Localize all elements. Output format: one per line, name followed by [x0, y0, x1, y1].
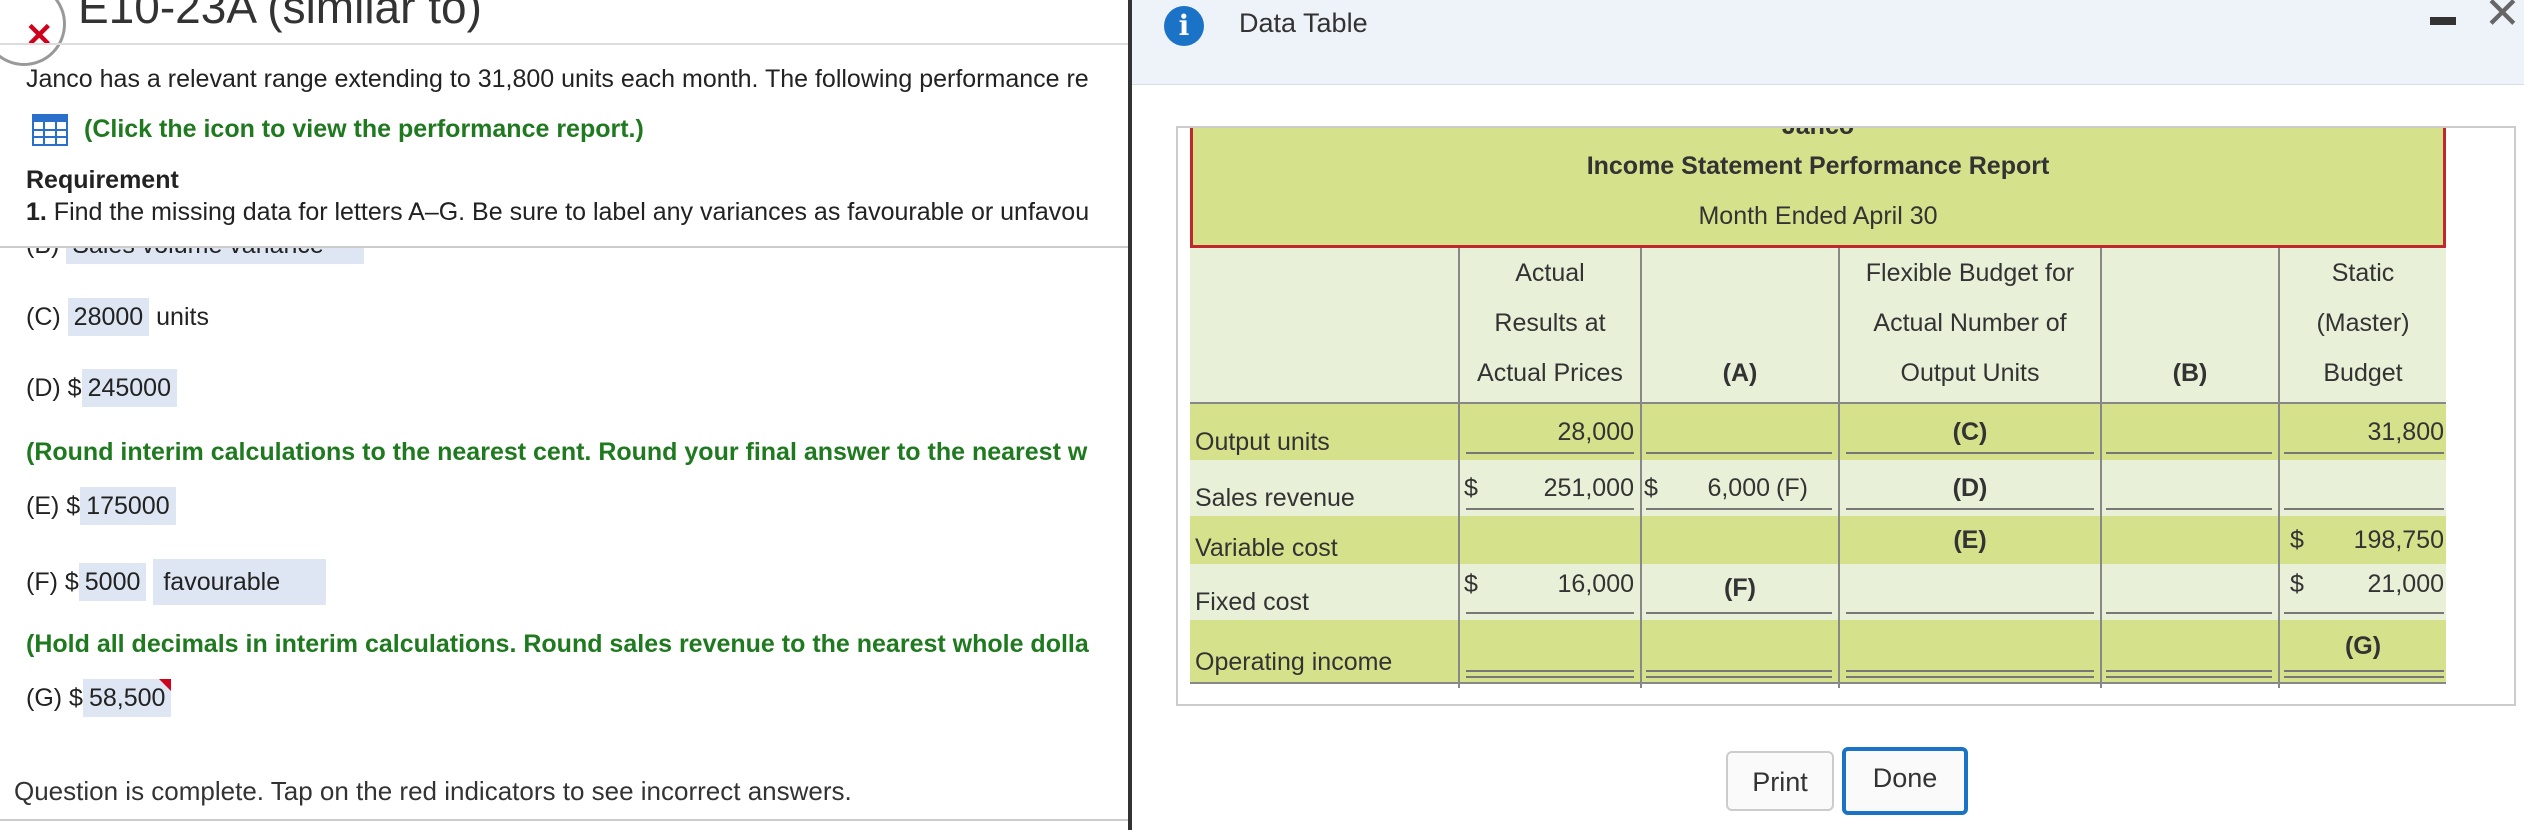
- variable-flex: (E): [1953, 526, 1987, 554]
- requirement-heading: Requirement: [26, 166, 179, 194]
- dialog-header: i Data Table ✕: [1132, 0, 2524, 85]
- row-variable-cost: [1190, 516, 2446, 564]
- completion-status: Question is complete. Tap on the red ind…: [14, 776, 852, 806]
- answer-row-c: (C) 28000 units: [26, 298, 209, 336]
- rounding-note-2: (Hold all decimals in interim calculatio…: [26, 630, 1089, 658]
- bottom-divider: [0, 819, 1128, 821]
- fixed-actual: 16,000: [1557, 570, 1634, 598]
- report-period: Month Ended April 30: [1698, 202, 1938, 230]
- incorrect-indicator[interactable]: [159, 679, 172, 691]
- col-static-header: Static (Master) Budget: [2316, 259, 2410, 387]
- operating-static: (G): [2344, 632, 2382, 660]
- requirement-text-cover: 1. Find the missing data for letters A–G…: [26, 198, 1090, 226]
- answer-d-input[interactable]: 245000: [81, 369, 177, 407]
- answer-f-input[interactable]: 5000: [78, 563, 147, 601]
- sales-variance: 6,000: [1707, 474, 1770, 502]
- answer-c-input[interactable]: 28000: [67, 298, 150, 336]
- label-fixed-cost: Fixed cost: [1195, 588, 1309, 616]
- fixed-variance: (F): [1724, 574, 1756, 602]
- data-table-dialog: i Data Table ✕ Janco Income Statement Pe…: [1128, 0, 2524, 830]
- incorrect-status-icon: ✕: [0, 0, 66, 66]
- col-flexible-header: Flexible Budget for Actual Number of Out…: [1865, 259, 2075, 387]
- sales-variance-currency: $: [1644, 474, 1658, 502]
- dialog-title: Data Table: [1239, 8, 1368, 38]
- unit-c: units: [156, 303, 209, 331]
- done-button[interactable]: Done: [1842, 747, 1968, 815]
- col-actual-header: Actual Results at Actual Prices: [1477, 259, 1623, 387]
- col-a-header: (A): [1722, 359, 1758, 387]
- sales-variance-label: (F): [1776, 474, 1808, 502]
- table-icon[interactable]: [32, 114, 68, 146]
- label-sales-revenue: Sales revenue: [1195, 484, 1355, 512]
- output-static: 31,800: [2367, 418, 2444, 446]
- variable-static-currency: $: [2290, 526, 2304, 554]
- fixed-static-currency: $: [2290, 570, 2304, 598]
- label-c: (C): [26, 303, 61, 331]
- report-title: Income Statement Performance Report: [1586, 152, 2050, 180]
- label-e: (E) $: [26, 492, 81, 520]
- performance-report-link[interactable]: (Click the icon to view the performance …: [84, 115, 644, 144]
- sales-flex: (D): [1952, 474, 1988, 502]
- close-icon[interactable]: ✕: [2484, 0, 2521, 36]
- label-f: (F) $: [26, 568, 79, 596]
- output-actual: 28,000: [1557, 418, 1634, 446]
- content-divider: [0, 246, 1128, 248]
- label-d: (D) $: [26, 374, 82, 402]
- label-output-units: Output units: [1195, 428, 1330, 456]
- print-button[interactable]: Print: [1726, 751, 1834, 811]
- sales-actual-currency: $: [1464, 474, 1478, 502]
- variable-static: 198,750: [2353, 526, 2444, 554]
- label-variable-cost: Variable cost: [1195, 534, 1338, 562]
- answer-row-f: (F) $5000 favourable: [26, 559, 327, 605]
- question-title: E10-23A (similar to): [78, 0, 482, 33]
- rounding-note-1: (Round interim calculations to the neare…: [26, 438, 1088, 466]
- report-header: Janco Income Statement Performance Repor…: [1190, 126, 2446, 248]
- title-divider: [0, 43, 1128, 45]
- answer-f-select[interactable]: favourable: [153, 559, 327, 605]
- fixed-actual-currency: $: [1464, 570, 1478, 598]
- question-panel: ✕ E10-23A (similar to) Janco has a relev…: [0, 0, 1128, 830]
- performance-report-table: Janco Income Statement Performance Repor…: [1176, 126, 2516, 706]
- sales-actual: 251,000: [1543, 474, 1634, 502]
- output-flex: (C): [1952, 418, 1988, 446]
- answer-g-value: 58,500: [88, 684, 166, 712]
- answer-row-g: (G) $58,500: [26, 679, 172, 717]
- col-b-header: (B): [2172, 359, 2208, 387]
- label-g: (G) $: [26, 684, 83, 712]
- fixed-static: 21,000: [2367, 570, 2444, 598]
- answer-row-e: (E) $175000: [26, 487, 176, 525]
- question-intro: Janco has a relevant range extending to …: [26, 65, 1089, 93]
- minimize-button[interactable]: [2430, 17, 2456, 25]
- info-icon: i: [1164, 6, 1204, 46]
- company-name: Janco: [1781, 126, 1855, 140]
- answer-e-input[interactable]: 175000: [80, 487, 176, 525]
- label-operating-income: Operating income: [1195, 648, 1393, 676]
- answer-row-d: (D) $245000: [26, 369, 177, 407]
- answer-g-input[interactable]: 58,500: [82, 679, 172, 717]
